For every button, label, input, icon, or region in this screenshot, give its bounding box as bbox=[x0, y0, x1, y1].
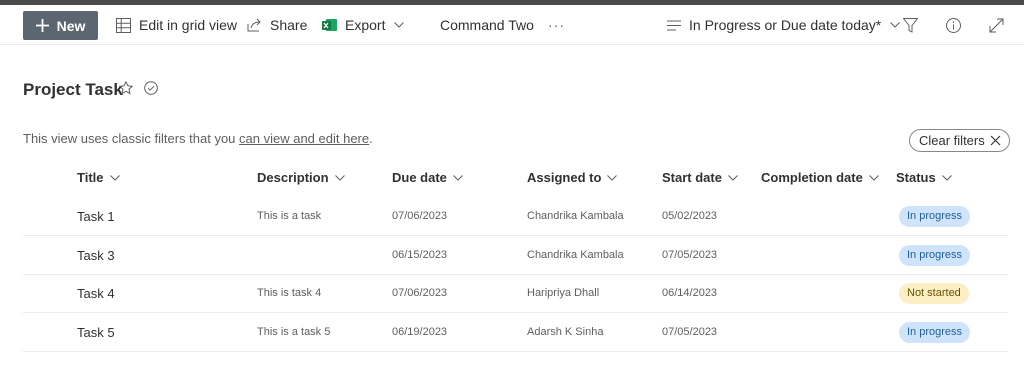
command-two-button[interactable]: Command Two bbox=[440, 5, 534, 45]
column-header-due-date[interactable]: Due date bbox=[392, 170, 463, 185]
column-header-label: Assigned to bbox=[527, 170, 602, 185]
column-header-label: Start date bbox=[662, 170, 722, 185]
close-icon bbox=[990, 135, 1001, 146]
edit-grid-view-label: Edit in grid view bbox=[139, 17, 238, 33]
table-row[interactable]: Task 4 This is task 4 07/06/2023 Haripri… bbox=[23, 275, 1008, 313]
view-lines-icon bbox=[667, 20, 681, 30]
filter-edit-link[interactable]: can view and edit here bbox=[239, 131, 369, 146]
cell-title[interactable]: Task 3 bbox=[77, 248, 115, 263]
cell-assigned-to[interactable]: Chandrika Kambala bbox=[527, 210, 624, 222]
filter-info-suffix: . bbox=[369, 131, 373, 146]
page-title: Project Task bbox=[23, 80, 123, 99]
cell-due-date: 07/06/2023 bbox=[392, 287, 448, 299]
status-badge: In progress bbox=[899, 245, 971, 266]
more-commands-button[interactable]: ··· bbox=[548, 5, 565, 45]
column-header-label: Description bbox=[257, 170, 329, 185]
info-icon bbox=[946, 17, 961, 33]
column-header-status[interactable]: Status bbox=[896, 170, 952, 185]
export-button[interactable]: Export bbox=[322, 5, 405, 45]
cell-due-date: 07/06/2023 bbox=[392, 210, 448, 222]
more-icon: ··· bbox=[548, 17, 565, 33]
chevron-down-icon bbox=[607, 174, 618, 181]
cell-title[interactable]: Task 4 bbox=[77, 286, 115, 301]
cell-due-date: 06/19/2023 bbox=[392, 326, 448, 338]
chevron-down-icon bbox=[728, 174, 738, 181]
plus-icon bbox=[35, 19, 49, 32]
info-button[interactable] bbox=[946, 5, 961, 45]
chevron-down-icon bbox=[109, 174, 120, 181]
cell-start-date: 05/02/2023 bbox=[662, 210, 718, 222]
cell-description: This is task 4 bbox=[257, 287, 322, 299]
status-badge: In progress bbox=[899, 206, 971, 227]
column-header-description[interactable]: Description bbox=[257, 170, 345, 185]
expand-icon bbox=[989, 18, 1004, 32]
share-icon bbox=[247, 18, 261, 32]
chevron-down-icon bbox=[941, 174, 952, 181]
clear-filters-button[interactable]: Clear filters bbox=[909, 129, 1010, 152]
cell-assigned-to[interactable]: Haripriya Dhall bbox=[527, 287, 599, 299]
chevron-down-icon bbox=[394, 22, 405, 28]
filter-info: This view uses classic filters that you … bbox=[23, 131, 373, 146]
column-header-label: Title bbox=[77, 170, 104, 185]
cell-due-date: 06/15/2023 bbox=[392, 249, 448, 261]
chevron-down-icon bbox=[334, 174, 345, 181]
table-row[interactable]: Task 1 This is a task 07/06/2023 Chandri… bbox=[23, 198, 1008, 236]
cell-description: This is a task bbox=[257, 210, 322, 222]
cell-start-date: 06/14/2023 bbox=[662, 287, 718, 299]
column-header-label: Status bbox=[896, 170, 936, 185]
table-row[interactable]: Task 3 06/15/2023 Chandrika Kambala 07/0… bbox=[23, 237, 1008, 275]
cell-title[interactable]: Task 1 bbox=[77, 209, 115, 224]
cell-description: This is a task 5 bbox=[257, 326, 331, 338]
table-row[interactable]: Task 5 This is a task 5 06/19/2023 Adars… bbox=[23, 314, 1008, 352]
view-selector-label: In Progress or Due date today* bbox=[689, 17, 882, 33]
column-header-title[interactable]: Title bbox=[77, 170, 120, 185]
command-bar: New Edit in grid view Share Export Comma… bbox=[0, 5, 1024, 45]
chevron-down-icon bbox=[453, 174, 463, 181]
share-button[interactable]: Share bbox=[247, 5, 307, 45]
column-header-assigned-to[interactable]: Assigned to bbox=[527, 170, 618, 185]
filter-icon bbox=[903, 17, 918, 33]
column-header-label: Completion date bbox=[761, 170, 863, 185]
excel-icon bbox=[322, 19, 337, 31]
filter-button[interactable] bbox=[903, 5, 918, 45]
status-badge: Not started bbox=[899, 283, 969, 304]
chevron-down-icon bbox=[868, 174, 879, 181]
expand-button[interactable] bbox=[989, 5, 1004, 45]
cell-start-date: 07/05/2023 bbox=[662, 326, 718, 338]
view-selector[interactable]: In Progress or Due date today* bbox=[667, 5, 901, 45]
star-icon[interactable] bbox=[119, 81, 133, 95]
column-header-label: Due date bbox=[392, 170, 447, 185]
command-two-label: Command Two bbox=[440, 17, 534, 33]
share-label: Share bbox=[270, 17, 308, 33]
filter-info-text: This view uses classic filters that you bbox=[23, 131, 240, 146]
cell-title[interactable]: Task 5 bbox=[77, 325, 115, 340]
cell-assigned-to[interactable]: Adarsh K Sinha bbox=[527, 326, 603, 338]
new-button-label: New bbox=[56, 17, 86, 34]
chevron-down-icon bbox=[890, 22, 901, 28]
edit-grid-view-button[interactable]: Edit in grid view bbox=[116, 5, 237, 45]
grid-icon bbox=[116, 17, 131, 33]
cell-assigned-to[interactable]: Chandrika Kambala bbox=[527, 249, 624, 261]
clear-filters-label: Clear filters bbox=[919, 133, 985, 148]
column-header-start-date[interactable]: Start date bbox=[662, 170, 738, 185]
check-circle-icon[interactable] bbox=[144, 81, 158, 95]
export-label: Export bbox=[345, 17, 386, 33]
column-header-completion-date[interactable]: Completion date bbox=[761, 170, 879, 185]
cell-start-date: 07/05/2023 bbox=[662, 249, 718, 261]
status-badge: In progress bbox=[899, 322, 971, 343]
new-button[interactable]: New bbox=[23, 11, 98, 40]
